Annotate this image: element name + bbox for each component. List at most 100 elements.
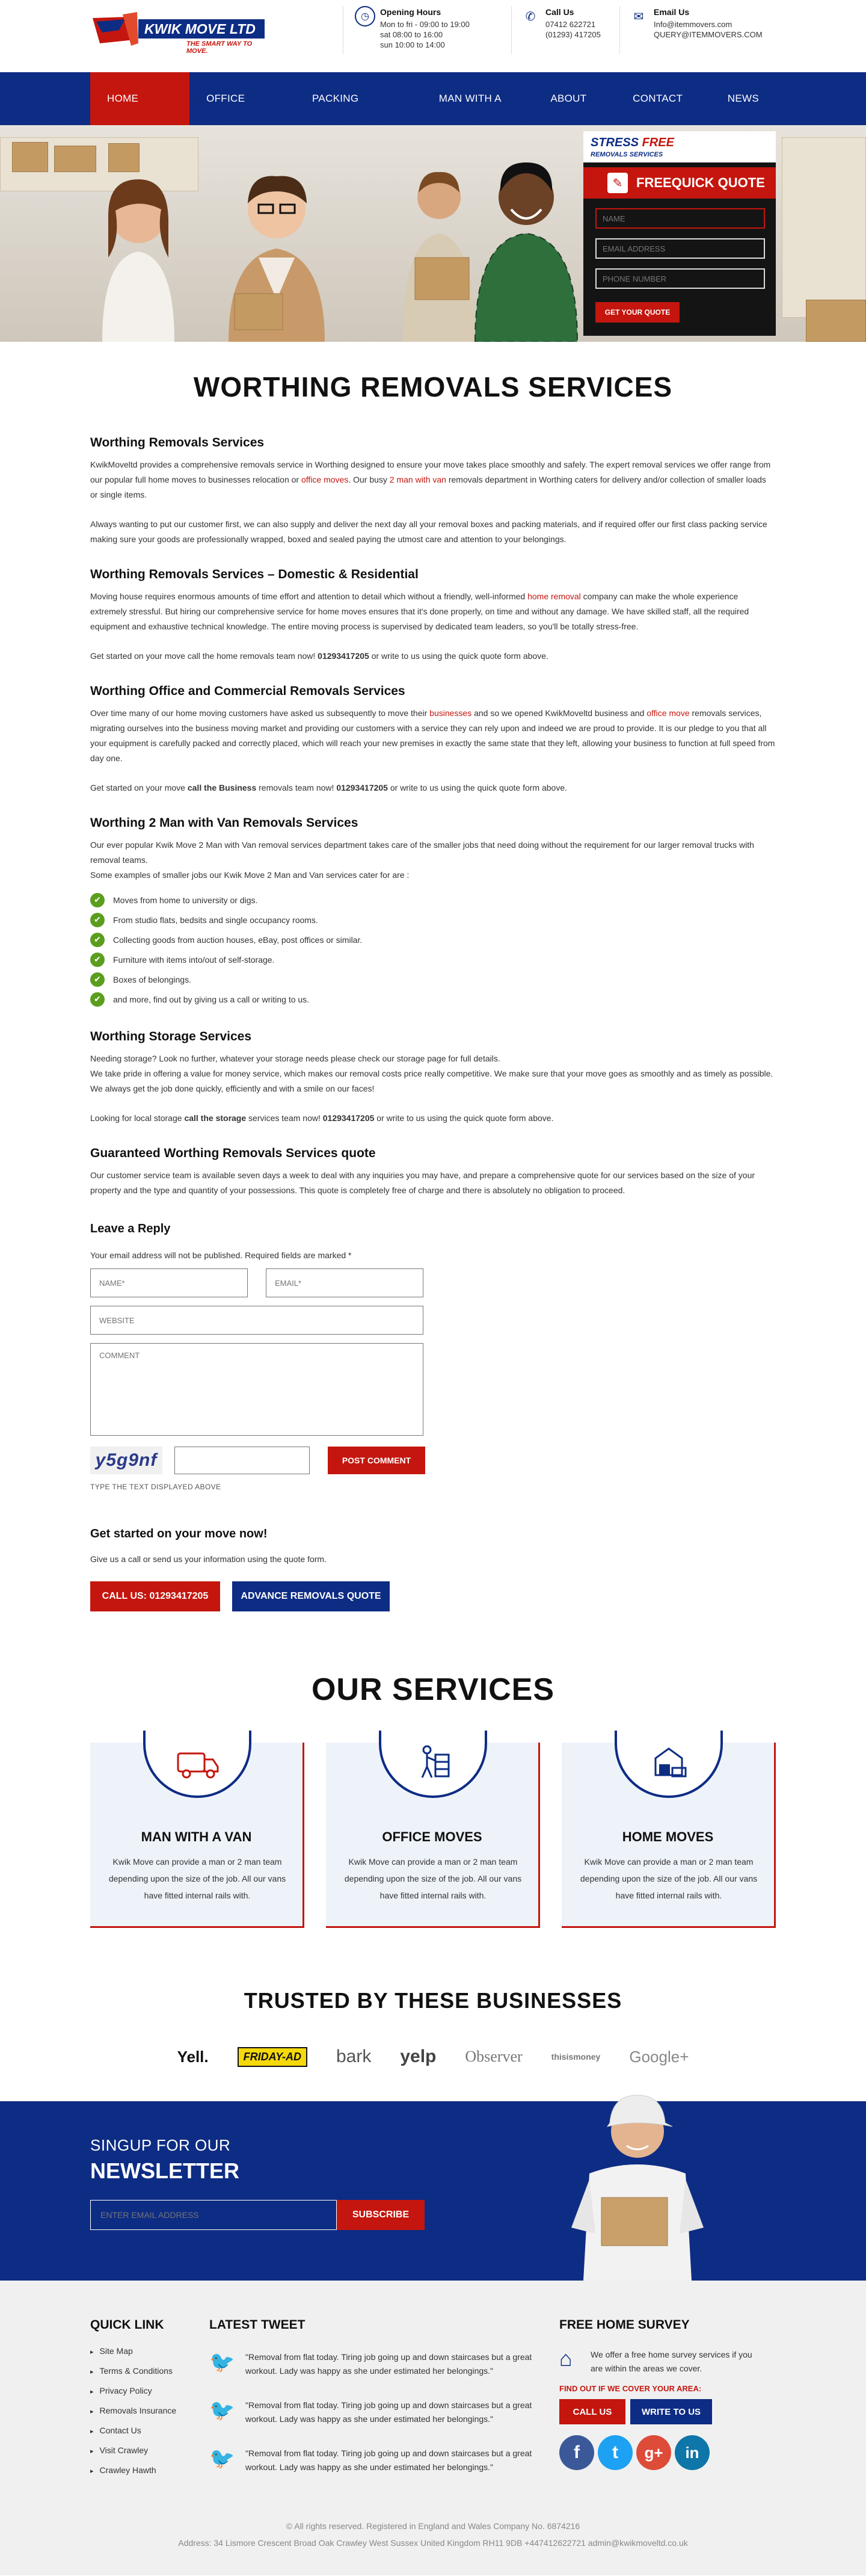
service-card-office-moves[interactable]: OFFICE MOVES Kwik Move can provide a man… <box>326 1731 540 1928</box>
footer-link-crawley-hawth[interactable]: Crawley Hawth <box>90 2461 176 2481</box>
footer-link-contact[interactable]: Contact Us <box>90 2421 176 2441</box>
newsletter-email-input[interactable] <box>90 2200 337 2230</box>
phone-landline[interactable]: (01293) 417205 <box>545 29 601 40</box>
list-item-text: and more, find out by giving us a call o… <box>113 994 310 1004</box>
tweet-item: 🐦 "Removal from flat today. Tiring job g… <box>209 2350 546 2378</box>
office-move-icon <box>379 1731 487 1798</box>
quote-title: FREEQUICK QUOTE <box>636 175 765 190</box>
copyright: © All rights reserved. Registered in Eng… <box>286 2521 580 2531</box>
name-email-row <box>90 1268 776 1297</box>
list-item: ✔ and more, find out by giving us a call … <box>90 989 776 1009</box>
list-item-text: From studio flats, bedsits and single oc… <box>113 915 318 925</box>
nav-contact-us[interactable]: CONTACT US <box>616 72 711 157</box>
reply-website-input[interactable] <box>90 1306 423 1335</box>
paragraph: Over time many of our home moving custom… <box>90 706 776 766</box>
nav-man-with-a-van[interactable]: MAN WITH A VAN <box>422 72 534 157</box>
post-comment-button[interactable]: POST COMMENT <box>328 1447 425 1474</box>
list-item: ✔ Boxes of belongings. <box>90 969 776 989</box>
email-addresses[interactable]: Info@itemmovers.com QUERY@ITEMMOVERS.COM <box>654 19 763 40</box>
survey-title: FREE HOME SURVEY <box>559 2318 690 2332</box>
call-us-button[interactable]: CALL US: 01293417205 <box>90 1581 220 1611</box>
section-heading: Worthing Removals Services <box>90 436 265 449</box>
text: Moving house requires enormous amounts o… <box>90 591 528 601</box>
service-card-home-moves[interactable]: HOME MOVES Kwik Move can provide a man o… <box>562 1731 776 1928</box>
friday-ad-logo[interactable]: FRIDAY-AD <box>237 2046 307 2067</box>
reply-email-input[interactable] <box>266 1268 423 1297</box>
nav-about-us[interactable]: ABOUT US <box>533 72 616 157</box>
free-home-survey: FREE HOME SURVEY ⌂ We offer a free home … <box>559 2318 776 2470</box>
captcha-input[interactable] <box>174 1447 310 1474</box>
twitter-bird-icon: 🐦 <box>209 2447 235 2470</box>
footer-call-us-button[interactable]: CALL US <box>559 2399 625 2424</box>
nav-packing-services[interactable]: PACKING SERVICES <box>295 72 422 157</box>
get-started-text: Give us a call or send us your informati… <box>90 1554 327 1564</box>
newsletter-line2: NEWSLETTER <box>90 2158 239 2183</box>
customer-woman-photo <box>102 179 174 342</box>
service-text: Kwik Move can provide a man or 2 man tea… <box>108 1857 286 1900</box>
yelp-logo[interactable]: yelp <box>400 2046 436 2067</box>
leave-reply-form: Leave a Reply Your email address will no… <box>90 1222 776 1491</box>
nav-office-moves[interactable]: OFFICE MOVES <box>189 72 295 157</box>
advance-quote-button[interactable]: ADVANCE REMOVALS QUOTE <box>232 1581 390 1611</box>
office-move-link[interactable]: office move <box>646 708 689 718</box>
linkedin-icon[interactable]: in <box>675 2435 710 2470</box>
email-info[interactable]: Info@itemmovers.com <box>654 19 763 29</box>
reply-comment-textarea[interactable] <box>90 1343 423 1436</box>
office-moves-link[interactable]: office moves <box>301 475 348 484</box>
quote-title-bar: ✎ FREEQUICK QUOTE <box>583 167 776 199</box>
footer-link-terms[interactable]: Terms & Conditions <box>90 2362 176 2382</box>
divider <box>511 6 512 54</box>
email-query[interactable]: QUERY@ITEMMOVERS.COM <box>654 29 763 40</box>
footer-link-site-map[interactable]: Site Map <box>90 2342 176 2362</box>
text: We take pride in offering a value for mo… <box>90 1069 773 1093</box>
service-card-man-with-van[interactable]: MAN WITH A VAN Kwik Move can provide a m… <box>90 1731 304 1928</box>
background-shelf <box>782 137 866 318</box>
phone-number: 01293417205 <box>318 651 369 661</box>
quote-name-input[interactable] <box>595 208 765 229</box>
paragraph: Get started on your move call the Busine… <box>90 780 776 795</box>
quote-email-input[interactable] <box>595 238 765 259</box>
phone-numbers[interactable]: 07412 622721 (01293) 417205 <box>545 19 601 40</box>
facebook-icon[interactable]: f <box>559 2435 594 2470</box>
nav-home-moves[interactable]: HOME MOVES <box>90 72 190 157</box>
footer-link-insurance[interactable]: Removals Insurance <box>90 2401 177 2421</box>
subscribe-button[interactable]: SUBSCRIBE <box>337 2200 425 2230</box>
phone-mobile[interactable]: 07412 622721 <box>545 19 601 29</box>
text: Some examples of smaller jobs our Kwik M… <box>90 870 410 880</box>
hours-weekday: Mon to fri - 09:00 to 19:00 <box>380 20 470 29</box>
google-plus-logo[interactable]: Google+ <box>629 2048 689 2066</box>
text: Get started on your move <box>90 783 188 792</box>
man-with-van-link[interactable]: 2 man with van <box>390 475 446 484</box>
yell-logo[interactable]: Yell. <box>177 2048 209 2066</box>
text: removals team now! <box>256 783 337 792</box>
section-heading: Worthing Removals Services – Domestic & … <box>90 567 419 581</box>
home-removal-link[interactable]: home removal <box>527 591 581 601</box>
stress-label: STRESS <box>591 136 639 149</box>
reply-name-input[interactable] <box>90 1268 248 1297</box>
paragraph: Looking for local storage call the stora… <box>90 1111 776 1126</box>
footer-write-to-us-button[interactable]: WRITE TO US <box>630 2399 712 2424</box>
list-item-text: Moves from home to university or digs. <box>113 895 258 905</box>
stress-free-title: STRESS FREE <box>591 136 674 150</box>
businesses-link[interactable]: businesses <box>429 708 471 718</box>
survey-info: ⌂ We offer a free home survey services i… <box>559 2348 776 2376</box>
paragraph: Always wanting to put our customer first… <box>90 519 767 544</box>
footer-link-visit-crawley[interactable]: Visit Crawley <box>90 2441 176 2461</box>
thisismoney-logo[interactable]: thisismoney <box>551 2052 601 2062</box>
paragraph: Get started on your move call the home r… <box>90 649 776 664</box>
checkmark-icon: ✔ <box>90 992 105 1007</box>
reply-title: Leave a Reply <box>90 1222 171 1235</box>
kwik-move-logo[interactable]: KWIK MOVE LTD THE SMART WAY TO MOVE. <box>90 6 271 55</box>
text: Needing storage? Look no further, whatev… <box>90 1054 500 1063</box>
observer-logo[interactable]: Observer <box>465 2048 522 2066</box>
bark-logo[interactable]: bark <box>336 2046 371 2067</box>
site-footer: QUICK LINK Site Map Terms & Conditions P… <box>0 2281 866 2575</box>
google-plus-icon[interactable]: g+ <box>636 2435 671 2470</box>
quick-links-title: QUICK LINK <box>90 2318 164 2332</box>
get-your-quote-button[interactable]: GET YOUR QUOTE <box>595 302 680 323</box>
nav-news[interactable]: NEWS <box>711 72 776 125</box>
captcha-row: y5g9nf POST COMMENT <box>90 1447 776 1474</box>
twitter-icon[interactable]: t <box>598 2435 633 2470</box>
quote-phone-input[interactable] <box>595 268 765 289</box>
footer-link-privacy[interactable]: Privacy Policy <box>90 2382 176 2401</box>
